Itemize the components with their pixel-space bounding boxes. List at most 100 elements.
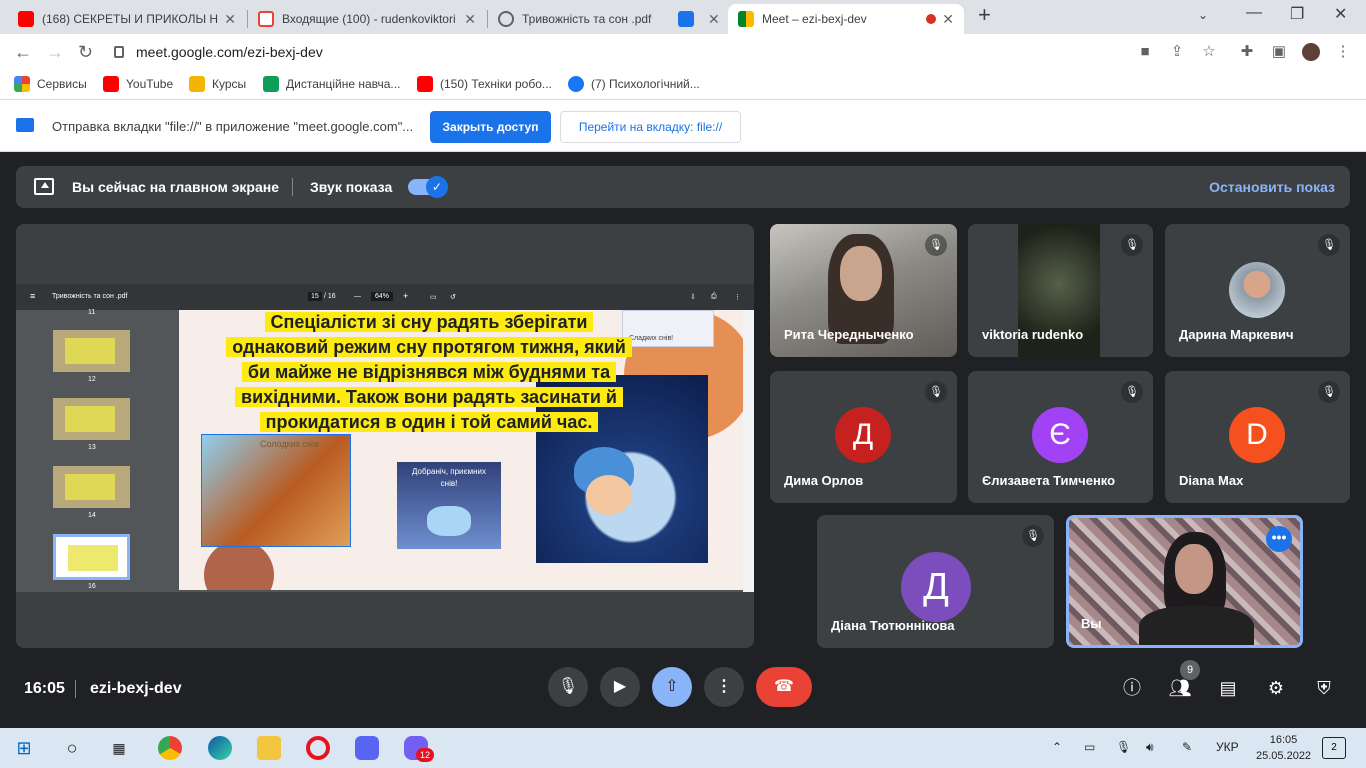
participant-tile[interactable]: Є 🎙︎ Єлизавета Тимченко xyxy=(968,371,1153,503)
windows-start-icon[interactable]: ⊞ xyxy=(12,736,36,760)
host-controls-icon[interactable]: ⛨ xyxy=(1312,676,1336,700)
reload-icon[interactable]: ↻ xyxy=(78,42,93,63)
microphone-tray-icon[interactable]: 🎙︎ xyxy=(1116,740,1131,754)
print-icon[interactable]: ⎙ xyxy=(711,293,717,301)
battery-icon[interactable]: ▭ xyxy=(1084,740,1095,754)
notifications-icon[interactable]: 2 xyxy=(1322,737,1346,759)
viber-badge: 12 xyxy=(416,748,434,762)
chevron-up-icon[interactable]: ⌃ xyxy=(1052,740,1062,754)
viber-icon[interactable]: 12 xyxy=(404,736,434,762)
participant-tile[interactable]: 🎙︎ viktoria rudenko xyxy=(968,224,1153,357)
activities-icon[interactable]: ⚙ xyxy=(1264,676,1288,700)
leave-call-button[interactable]: ☎ xyxy=(756,667,812,707)
self-tile[interactable]: ••• Вы xyxy=(1066,515,1303,648)
new-tab-button[interactable]: + xyxy=(978,2,991,28)
close-icon[interactable]: ✕ xyxy=(464,11,476,28)
participant-tile[interactable]: 🎙︎ Дарина Маркевич xyxy=(1165,224,1350,357)
opera-icon[interactable] xyxy=(306,736,330,760)
zoom-out-icon[interactable]: — xyxy=(354,293,361,300)
windows-taskbar: ⊞ ○ ▦ 12 ⌃ ▭ 🎙︎ 🔊︎ ✎ УКР 16:05 25.05.202… xyxy=(0,728,1366,768)
bookmark-facebook[interactable]: (7) Психологічний... xyxy=(568,76,700,92)
pillow-image: Добраніч, приємних снів! xyxy=(397,462,501,549)
close-icon[interactable]: ✕ xyxy=(224,11,236,28)
thumbnail-14[interactable] xyxy=(53,466,130,508)
bookmark-techniques[interactable]: (150) Техніки робо... xyxy=(417,76,552,92)
minimize-icon[interactable]: — xyxy=(1246,4,1262,22)
pen-icon[interactable]: ✎ xyxy=(1182,740,1192,754)
restore-icon[interactable]: ❐ xyxy=(1290,4,1304,24)
tab-window[interactable]: ✕ xyxy=(668,4,728,34)
more-options-button[interactable]: ⋮ xyxy=(704,667,744,707)
tab-gmail[interactable]: Входящие (100) - rudenkoviktori ✕ xyxy=(248,4,486,34)
discord-icon[interactable] xyxy=(355,736,379,760)
thumbnail-12[interactable] xyxy=(53,330,130,372)
extensions-icon[interactable]: ✚ xyxy=(1238,43,1256,61)
mic-off-icon: 🎙︎ xyxy=(1318,381,1340,403)
participant-tile[interactable]: 🎙︎ Рита Чередныченко xyxy=(770,224,957,357)
present-button[interactable]: ⇧ xyxy=(652,667,692,707)
forward-icon[interactable]: → xyxy=(46,42,64,63)
volume-icon[interactable]: 🔊︎ xyxy=(1146,740,1154,755)
browser-toolbar: ← → ↻ meet.google.com/ezi-bexj-dev ■ ⇪ ☆… xyxy=(0,34,1366,70)
menu-icon[interactable]: ≡ xyxy=(30,291,35,301)
participant-name: Вы xyxy=(1081,616,1102,631)
thumbnail-13[interactable] xyxy=(53,398,130,440)
microphone-button[interactable]: 🎙︎ xyxy=(548,667,588,707)
bookmark-services[interactable]: Сервисы xyxy=(14,76,87,92)
camera-button[interactable]: ▶ xyxy=(600,667,640,707)
task-view-icon[interactable]: ▦ xyxy=(107,736,131,760)
tab-meet[interactable]: Meet – ezi-bexj-dev ✕ xyxy=(728,4,964,34)
bookmark-courses[interactable]: Курсы xyxy=(189,76,246,92)
back-icon[interactable]: ← xyxy=(14,42,32,63)
zoom-input[interactable]: 64% xyxy=(371,292,394,301)
tab-pdf[interactable]: Тривожність та сон .pdf xyxy=(488,4,668,34)
chat-icon[interactable]: ▤ xyxy=(1216,676,1240,700)
bookmark-distance[interactable]: Дистанційне навча... xyxy=(263,76,400,92)
divider xyxy=(292,178,293,196)
goto-tab-button[interactable]: Перейти на вкладку: file:// xyxy=(560,111,741,143)
participant-tile[interactable]: Д 🎙︎ Дима Орлов xyxy=(770,371,957,503)
participant-name: Дима Орлов xyxy=(784,473,864,488)
edge-icon[interactable] xyxy=(208,736,232,760)
share-audio-toggle[interactable]: ✓ xyxy=(408,176,448,198)
pdf-scrollbar[interactable] xyxy=(743,310,754,592)
close-window-icon[interactable]: ✕ xyxy=(1334,4,1347,24)
thumbnail-15-selected[interactable] xyxy=(53,534,130,580)
close-icon[interactable]: ✕ xyxy=(708,11,720,28)
thumb-number: 16 xyxy=(88,583,96,590)
search-icon[interactable]: ○ xyxy=(60,736,84,760)
info-icon[interactable]: ⓘ xyxy=(1120,676,1144,700)
chrome-icon[interactable] xyxy=(158,736,182,760)
side-panel-icon[interactable]: ▣ xyxy=(1270,43,1288,61)
cast-icon xyxy=(16,118,34,132)
participant-avatar: Є xyxy=(1032,407,1088,463)
mic-off-icon: 🎙︎ xyxy=(1121,381,1143,403)
download-icon[interactable]: ⇩ xyxy=(690,293,696,301)
share-icon[interactable]: ⇪ xyxy=(1168,43,1186,61)
bookmark-star-icon[interactable]: ☆ xyxy=(1200,43,1218,61)
more-icon[interactable]: ⋮ xyxy=(734,293,741,301)
file-explorer-icon[interactable] xyxy=(257,736,281,760)
fit-page-icon[interactable]: ▭ xyxy=(430,293,437,301)
profile-avatar[interactable] xyxy=(1302,43,1320,61)
language-indicator[interactable]: УКР xyxy=(1216,740,1239,754)
camera-blocked-icon[interactable]: ■ xyxy=(1136,43,1154,61)
stop-presenting-button[interactable]: Остановить показ xyxy=(1209,179,1335,195)
tab-search-icon[interactable]: ⌄ xyxy=(1198,8,1208,22)
participant-tile[interactable]: Д 🎙︎ Діана Тютюннікова xyxy=(817,515,1054,648)
zoom-in-icon[interactable]: + xyxy=(403,291,408,301)
sheets-icon xyxy=(263,76,279,92)
bookmark-youtube[interactable]: YouTube xyxy=(103,76,173,92)
tab-sharing-infobar: Отправка вкладки "file://" в приложение … xyxy=(0,100,1366,152)
tab-youtube[interactable]: (168) СЕКРЕТЫ И ПРИКОЛЫ НО ✕ xyxy=(8,4,246,34)
stop-sharing-button[interactable]: Закрыть доступ xyxy=(430,111,551,143)
participant-tile[interactable]: D 🎙︎ Diana Max xyxy=(1165,371,1350,503)
address-bar[interactable]: meet.google.com/ezi-bexj-dev xyxy=(108,38,1118,66)
system-clock[interactable]: 16:05 25.05.2022 xyxy=(1256,732,1311,764)
menu-icon[interactable]: ⋮ xyxy=(1334,43,1352,61)
page-input[interactable]: 15 xyxy=(308,292,322,301)
participant-name: Діана Тютюннікова xyxy=(831,618,955,633)
more-options-icon[interactable]: ••• xyxy=(1266,526,1292,552)
rotate-icon[interactable]: ↺ xyxy=(450,293,456,301)
close-icon[interactable]: ✕ xyxy=(942,11,954,28)
